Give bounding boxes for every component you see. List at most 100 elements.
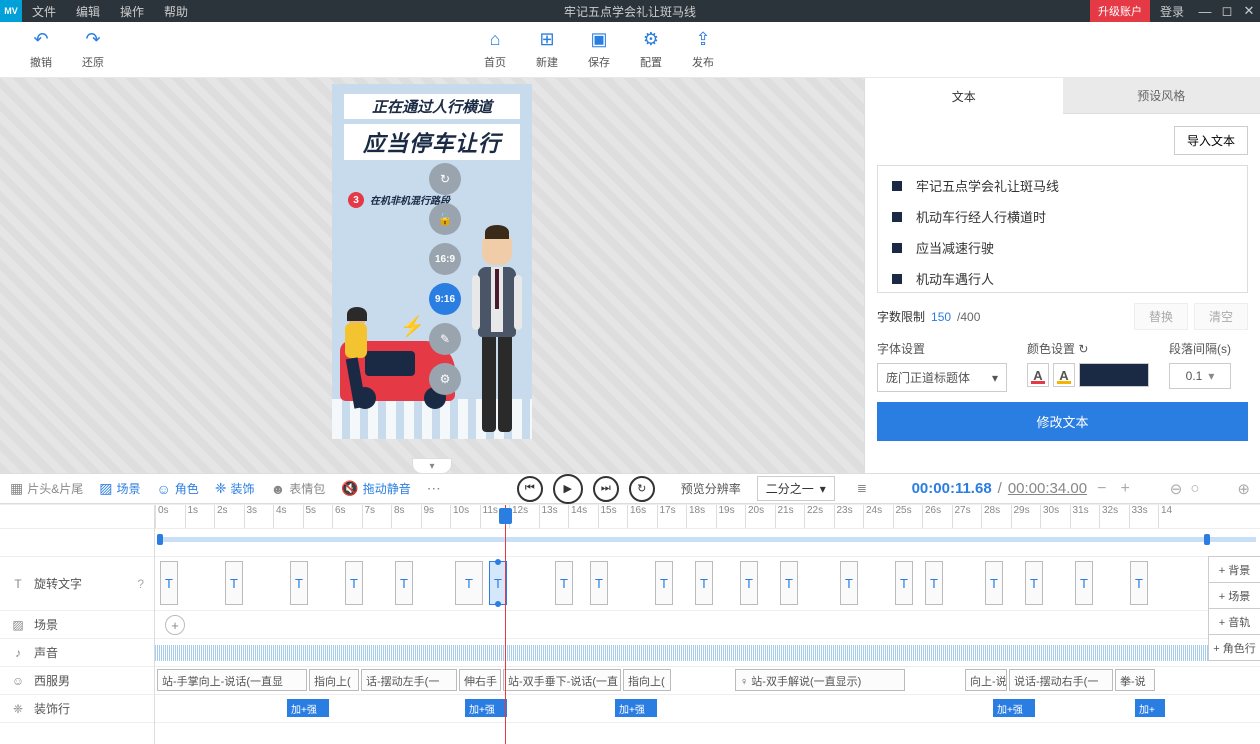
range-start-handle[interactable] <box>157 534 163 545</box>
time-minus-button[interactable]: − <box>1093 480 1110 498</box>
clear-button[interactable]: 清空 <box>1194 303 1248 330</box>
role-button[interactable]: ☺角色 <box>157 480 199 497</box>
action-clip[interactable]: 站-双手垂下-说话(一直 <box>503 669 621 691</box>
canvas-area[interactable]: 正在通过人行横道 应当停车让行 3 在机非机混行路段 ⚡ ↻ 🔓 16:9 9:… <box>0 78 864 473</box>
track-man[interactable]: 站-手掌向上-说话(一直显指向上(话-摆动左手(一伸右手站-双手垂下-说话(一直… <box>155 667 1260 695</box>
text-list[interactable]: 牢记五点学会礼让斑马线 机动车行经人行横道时 应当减速行驶 机动车遇行人 <box>877 165 1248 293</box>
range-end-handle[interactable] <box>1204 534 1210 545</box>
more-button[interactable]: ⋯ <box>427 480 441 497</box>
action-clip[interactable]: 话-摆动左手(一 <box>361 669 457 691</box>
text-list-item[interactable]: 应当减速行驶 <box>878 232 1247 263</box>
add-scene-tab[interactable]: + 场景 <box>1208 582 1260 609</box>
add-scene-button[interactable]: + <box>165 615 185 635</box>
action-clip[interactable]: 指向上( <box>623 669 671 691</box>
text-clip[interactable]: T <box>225 561 243 605</box>
zoom-reset-button[interactable]: ○ <box>1190 480 1199 498</box>
text-clip[interactable]: T <box>1130 561 1148 605</box>
scene-button[interactable]: ▨场景 <box>99 480 140 497</box>
decor-clip[interactable]: 加+ <box>1135 699 1165 717</box>
decor-clip[interactable]: 加+强 <box>465 699 507 717</box>
home-button[interactable]: ⌂首页 <box>484 29 506 70</box>
menu-file[interactable]: 文件 <box>22 3 66 20</box>
help-icon[interactable]: ? <box>137 577 144 591</box>
upgrade-button[interactable]: 升级账户 <box>1090 0 1150 22</box>
decor-clip[interactable]: 加+强 <box>993 699 1035 717</box>
action-clip[interactable]: 向上-说 <box>965 669 1007 691</box>
new-button[interactable]: ⊞新建 <box>536 29 558 70</box>
text-clip[interactable]: T <box>925 561 943 605</box>
minimize-button[interactable]: — <box>1194 4 1216 19</box>
text-clip[interactable]: T <box>1025 561 1043 605</box>
action-clip[interactable]: 指向上( <box>309 669 359 691</box>
decor-clip[interactable]: 加+强 <box>287 699 329 717</box>
playhead[interactable] <box>505 505 506 744</box>
emoji-button[interactable]: ☻表情包 <box>271 480 326 497</box>
text-clip[interactable]: T <box>290 561 308 605</box>
login-button[interactable]: 登录 <box>1150 3 1194 20</box>
tab-text[interactable]: 文本 <box>865 78 1063 114</box>
save-button[interactable]: ▣保存 <box>588 29 610 70</box>
next-button[interactable]: ⏭ <box>593 476 619 502</box>
track-label-scene[interactable]: ▨场景 <box>0 611 154 639</box>
waveform[interactable] <box>155 645 1260 661</box>
text-clip[interactable]: T <box>985 561 1003 605</box>
add-role-tab[interactable]: + 角色行 <box>1208 634 1260 661</box>
import-text-button[interactable]: 导入文本 <box>1174 126 1248 155</box>
aspect-9-16-button[interactable]: 9:16 <box>429 283 461 315</box>
play-button[interactable]: ▶ <box>553 474 583 504</box>
track-label-rotate-text[interactable]: T旋转文字? <box>0 557 154 611</box>
add-background-tab[interactable]: + 背景 <box>1208 556 1260 583</box>
time-total[interactable]: 00:00:34.00 <box>1008 480 1087 497</box>
prev-button[interactable]: ⏮ <box>517 476 543 502</box>
settings-button[interactable]: ⚙ <box>429 363 461 395</box>
rate-select[interactable]: 二分之一▾ <box>757 476 835 501</box>
add-audio-tab[interactable]: + 音轨 <box>1208 608 1260 635</box>
action-clip[interactable]: ♀ 站-双手解说(一直显示) <box>735 669 905 691</box>
track-rotate-text[interactable]: TTTTTTTTTTTTTTTTTTTT <box>155 557 1260 611</box>
time-plus-button[interactable]: + <box>1116 480 1133 498</box>
text-clip[interactable]: T <box>555 561 573 605</box>
publish-button[interactable]: ⇪发布 <box>692 29 714 70</box>
decor-button[interactable]: ❈装饰 <box>215 480 255 497</box>
text-clip[interactable]: T <box>895 561 913 605</box>
refresh-button[interactable]: ↻ <box>429 163 461 195</box>
track-label-decor[interactable]: ❈装饰行 <box>0 695 154 723</box>
track-area[interactable]: 0s1s2s3s4s5s6s7s8s9s10s11s12s13s14s15s16… <box>155 505 1260 744</box>
text-clip[interactable]: T <box>695 561 713 605</box>
track-sound[interactable]: 🔊 <box>155 639 1260 667</box>
config-button[interactable]: ⚙配置 <box>640 29 662 70</box>
decor-clip[interactable]: 加+强 <box>615 699 657 717</box>
track-label-sound[interactable]: ♪声音 <box>0 639 154 667</box>
time-ruler[interactable]: 0s1s2s3s4s5s6s7s8s9s10s11s12s13s14s15s16… <box>155 505 1260 529</box>
font-select[interactable]: 庞门正道标题体▾ <box>877 363 1007 392</box>
track-scene[interactable]: + <box>155 611 1260 639</box>
menu-action[interactable]: 操作 <box>110 3 154 20</box>
drag-mute-button[interactable]: 🔇拖动静音 <box>341 480 410 497</box>
replace-button[interactable]: 替换 <box>1134 303 1188 330</box>
menu-edit[interactable]: 编辑 <box>66 3 110 20</box>
action-clip[interactable]: 站-手掌向上-说话(一直显 <box>157 669 307 691</box>
tab-preset[interactable]: 预设风格 <box>1063 78 1260 114</box>
text-clip[interactable]: T <box>345 561 363 605</box>
color-swatch[interactable] <box>1079 363 1149 387</box>
text-clip[interactable]: T <box>590 561 608 605</box>
lock-button[interactable]: 🔓 <box>429 203 461 235</box>
zoom-in-button[interactable]: ⊕ <box>1237 480 1250 498</box>
text-color-button[interactable]: A <box>1027 363 1049 387</box>
highlight-color-button[interactable]: A <box>1053 363 1075 387</box>
modify-text-button[interactable]: 修改文本 <box>877 402 1248 441</box>
zoom-out-button[interactable]: ⊖ <box>1170 480 1183 498</box>
menu-help[interactable]: 帮助 <box>154 3 198 20</box>
action-clip[interactable]: 伸右手 <box>459 669 501 691</box>
text-clip[interactable]: T <box>780 561 798 605</box>
head-tail-button[interactable]: ▦片头&片尾 <box>10 480 83 497</box>
aspect-16-9-button[interactable]: 16:9 <box>429 243 461 275</box>
maximize-button[interactable]: ◻ <box>1216 3 1238 19</box>
track-decor[interactable]: 加+强 加+强 加+强 加+强 加+ <box>155 695 1260 723</box>
close-button[interactable]: ✕ <box>1238 3 1260 19</box>
action-clip[interactable]: 拳-说 <box>1115 669 1155 691</box>
loop-button[interactable]: ↻ <box>629 476 655 502</box>
action-clip[interactable]: 说话-摆动右手(一 <box>1009 669 1113 691</box>
range-bar[interactable] <box>155 529 1260 557</box>
text-clip[interactable]: T <box>160 561 178 605</box>
